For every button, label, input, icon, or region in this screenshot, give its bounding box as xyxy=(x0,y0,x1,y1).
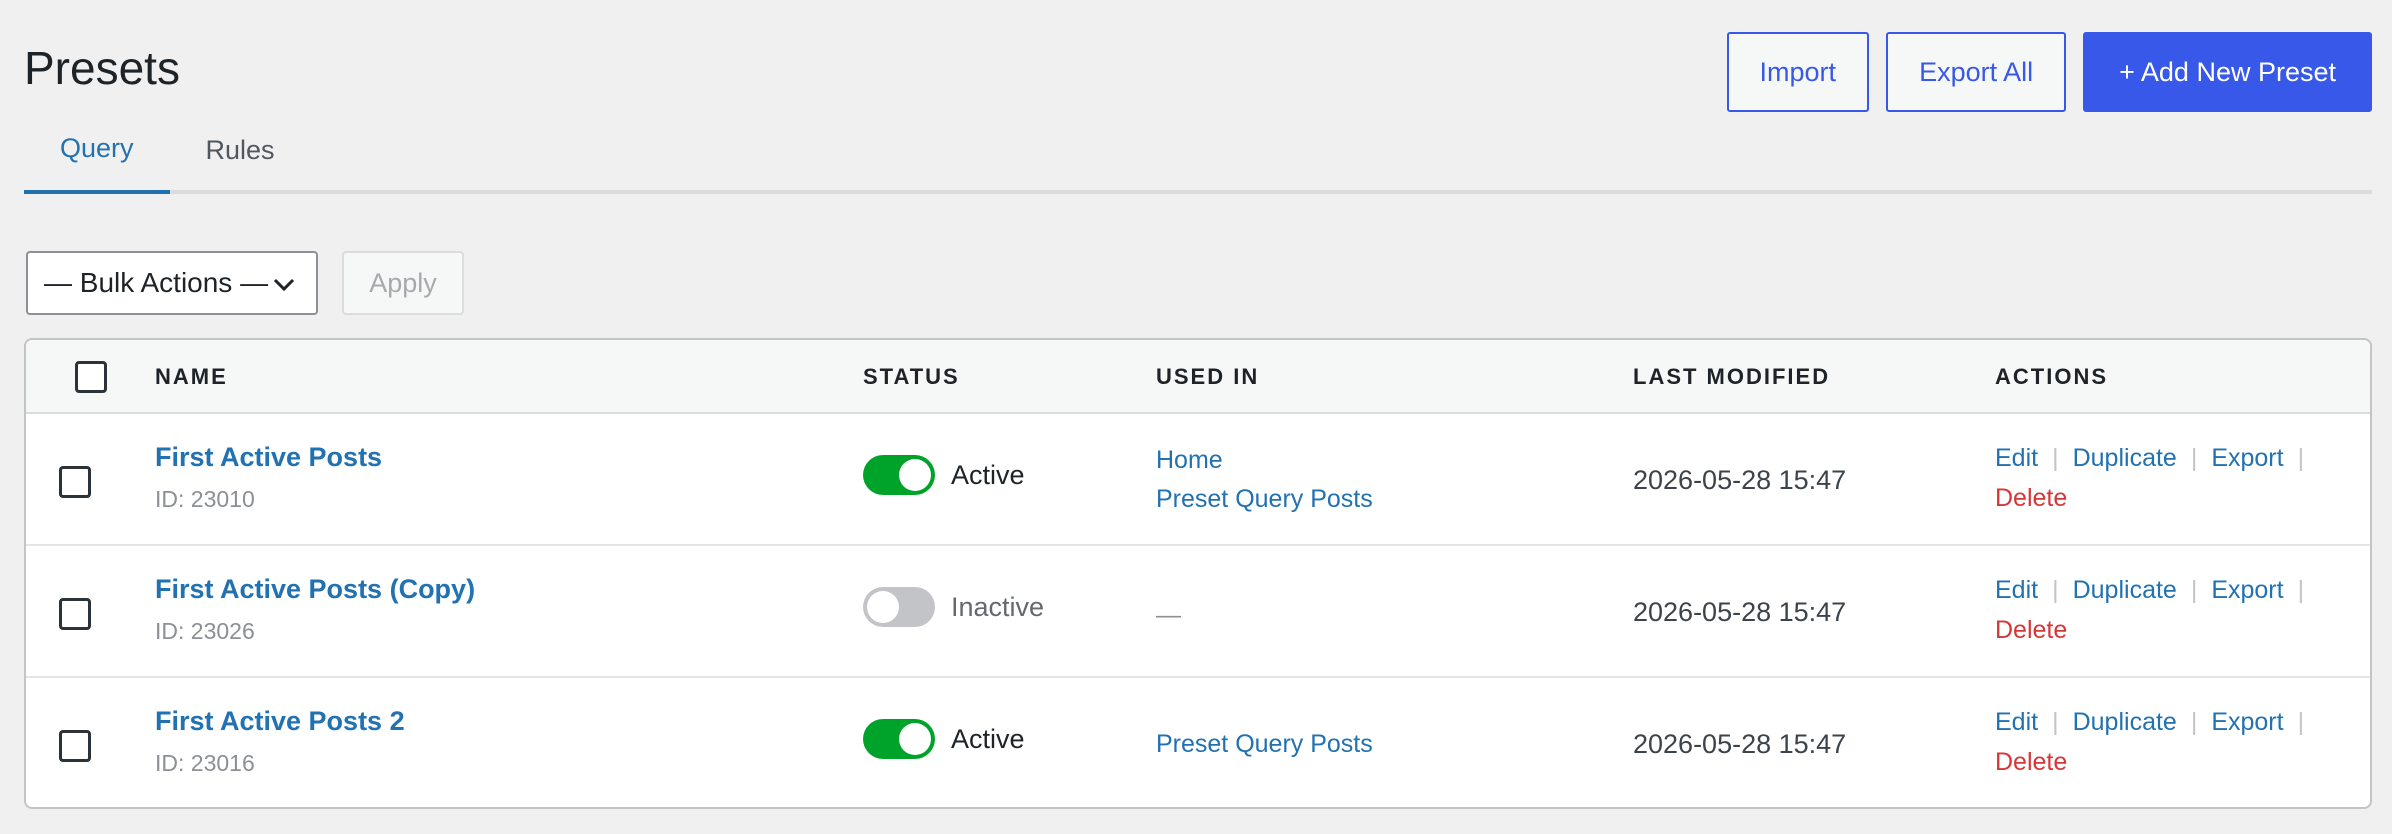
used-in-empty: — xyxy=(1156,601,1181,629)
row-actions: Edit | Duplicate | Export | xyxy=(1995,708,2318,737)
export-link[interactable]: Export xyxy=(2211,444,2283,473)
separator: | xyxy=(2052,444,2059,472)
row-checkbox[interactable] xyxy=(59,598,91,630)
row-actions: Edit | Duplicate | Export | xyxy=(1995,576,2318,605)
toggle-knob xyxy=(899,459,931,491)
table-row: First Active Posts 2 ID: 23016 Active Pr… xyxy=(26,678,2370,807)
separator: | xyxy=(2297,576,2305,604)
bulk-actions-selected: — Bulk Actions — xyxy=(44,267,269,298)
separator: | xyxy=(2297,444,2305,472)
column-header-used-in: USED IN xyxy=(1156,364,1260,389)
select-all-checkbox[interactable] xyxy=(75,361,107,393)
page-title: Presets xyxy=(24,42,180,94)
chevron-down-icon xyxy=(273,278,295,292)
status-label: Active xyxy=(951,724,1025,754)
duplicate-link[interactable]: Duplicate xyxy=(2073,576,2177,605)
export-link[interactable]: Export xyxy=(2211,576,2283,605)
column-header-name: NAME xyxy=(155,364,228,389)
preset-id: ID: 23010 xyxy=(155,486,255,512)
separator: | xyxy=(2297,708,2305,736)
status-toggle[interactable] xyxy=(863,587,935,627)
preset-name-link[interactable]: First Active Posts xyxy=(155,442,382,473)
export-link[interactable]: Export xyxy=(2211,708,2283,737)
last-modified: 2026-05-28 15:47 xyxy=(1633,729,1847,759)
separator: | xyxy=(2190,444,2198,472)
status-label: Inactive xyxy=(951,592,1045,622)
edit-link[interactable]: Edit xyxy=(1995,444,2038,473)
row-checkbox[interactable] xyxy=(59,466,91,498)
toggle-knob xyxy=(867,591,899,623)
preset-name-link[interactable]: First Active Posts (Copy) xyxy=(155,574,475,605)
apply-button[interactable]: Apply xyxy=(342,251,464,315)
last-modified: 2026-05-28 15:47 xyxy=(1633,597,1847,627)
edit-link[interactable]: Edit xyxy=(1995,576,2038,605)
used-in-link[interactable]: Home xyxy=(1156,446,1223,475)
preset-name-link[interactable]: First Active Posts 2 xyxy=(155,706,405,737)
duplicate-link[interactable]: Duplicate xyxy=(2073,444,2177,473)
tab-rules[interactable]: Rules xyxy=(170,124,311,194)
delete-link[interactable]: Delete xyxy=(1995,616,2067,645)
column-header-last-modified: LAST MODIFIED xyxy=(1633,364,1831,389)
delete-link[interactable]: Delete xyxy=(1995,484,2067,513)
add-new-preset-button[interactable]: + Add New Preset xyxy=(2083,32,2372,112)
preset-id: ID: 23016 xyxy=(155,750,255,776)
row-actions: Edit | Duplicate | Export | xyxy=(1995,444,2318,473)
column-header-status: STATUS xyxy=(863,364,960,389)
table-header: NAME STATUS USED IN LAST MODIFIED ACTION… xyxy=(26,340,2370,414)
separator: | xyxy=(2052,576,2059,604)
tab-bar: Query Rules xyxy=(24,124,2372,194)
import-button[interactable]: Import xyxy=(1726,32,1870,112)
bulk-actions-select[interactable]: — Bulk Actions — xyxy=(26,251,318,315)
table-row: First Active Posts (Copy) ID: 23026 Inac… xyxy=(26,546,2370,678)
duplicate-link[interactable]: Duplicate xyxy=(2073,708,2177,737)
separator: | xyxy=(2190,708,2198,736)
used-in-link[interactable]: Preset Query Posts xyxy=(1156,485,1373,514)
last-modified: 2026-05-28 15:47 xyxy=(1633,465,1847,495)
status-label: Active xyxy=(951,460,1025,490)
preset-id: ID: 23026 xyxy=(155,618,255,644)
tab-query[interactable]: Query xyxy=(24,124,170,194)
delete-link[interactable]: Delete xyxy=(1995,748,2067,777)
column-header-actions: ACTIONS xyxy=(1995,364,2108,389)
used-in-link[interactable]: Preset Query Posts xyxy=(1156,730,1373,759)
separator: | xyxy=(2052,708,2059,736)
presets-table: NAME STATUS USED IN LAST MODIFIED ACTION… xyxy=(24,338,2372,809)
table-row: First Active Posts ID: 23010 Active Home… xyxy=(26,414,2370,546)
export-all-button[interactable]: Export All xyxy=(1886,32,2067,112)
bulk-actions-bar: — Bulk Actions — Apply xyxy=(26,251,464,315)
row-checkbox[interactable] xyxy=(59,730,91,762)
status-toggle[interactable] xyxy=(863,455,935,495)
edit-link[interactable]: Edit xyxy=(1995,708,2038,737)
separator: | xyxy=(2190,576,2198,604)
toggle-knob xyxy=(899,723,931,755)
header-actions: Import Export All + Add New Preset xyxy=(1726,32,2372,112)
status-toggle[interactable] xyxy=(863,719,935,759)
